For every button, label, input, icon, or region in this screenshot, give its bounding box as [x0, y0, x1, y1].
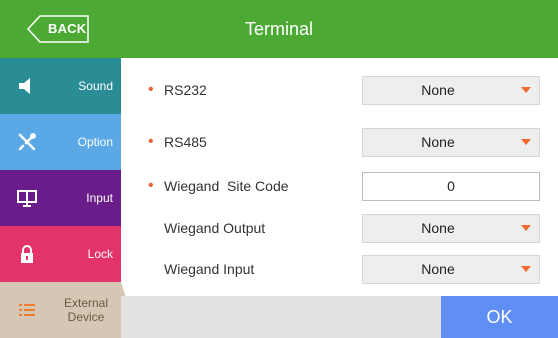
setting-label: RS485 [164, 134, 207, 150]
wiegand-input-dropdown[interactable]: None [362, 255, 540, 284]
sidebar-item-label: Lock [87, 247, 113, 261]
lock-icon [21, 245, 33, 263]
setting-label: RS232 [164, 82, 207, 98]
setting-row-wiegand-output: • Wiegand Output [148, 216, 265, 240]
title-bar: BACK Terminal [0, 0, 558, 58]
speaker-icon [19, 78, 30, 94]
sidebar-item-option[interactable]: Option [0, 114, 121, 170]
sidebar-item-label: Option [77, 135, 113, 149]
dropdown-value: None [421, 220, 455, 236]
setting-label: Wiegand Site Code [164, 178, 289, 194]
setting-label: Wiegand Output [164, 220, 266, 236]
list-icon [19, 304, 35, 316]
rs485-dropdown[interactable]: None [362, 128, 540, 157]
sidebar-item-sound[interactable]: Sound [0, 58, 121, 114]
dropdown-value: None [421, 82, 455, 98]
input-value: 0 [447, 178, 455, 194]
setting-row-wiegand-input: • Wiegand Input [148, 257, 254, 281]
dropdown-arrow-icon [521, 225, 531, 231]
sidebar-item-label: External Device [63, 296, 109, 324]
sidebar-item-input[interactable]: Input [0, 170, 121, 226]
required-bullet: • [148, 133, 154, 150]
sidebar: Sound Option Input Lock External Device [0, 58, 130, 338]
tools-icon [18, 132, 37, 151]
required-bullet: • [148, 81, 154, 98]
setting-row-rs232: • RS232 [148, 78, 207, 102]
dropdown-arrow-icon [521, 266, 531, 272]
sidebar-item-lock[interactable]: Lock [0, 226, 121, 282]
dropdown-arrow-icon [521, 87, 531, 93]
dropdown-value: None [421, 134, 455, 150]
ok-button[interactable]: OK [441, 296, 558, 338]
dropdown-value: None [421, 261, 455, 277]
dropdown-arrow-icon [521, 139, 531, 145]
page-title: Terminal [244, 19, 314, 39]
wiegand-output-dropdown[interactable]: None [362, 214, 540, 243]
sidebar-item-label: Sound [78, 79, 113, 93]
monitor-icon [17, 190, 37, 207]
sidebar-item-label: Input [86, 191, 113, 205]
setting-row-wiegand-site-code: • Wiegand Site Code [148, 174, 289, 198]
rs232-dropdown[interactable]: None [362, 76, 540, 105]
wiegand-site-code-input[interactable]: 0 [362, 172, 540, 201]
required-bullet: • [148, 177, 154, 194]
sidebar-item-external-device[interactable]: External Device [0, 282, 130, 338]
setting-label: Wiegand Input [164, 261, 255, 277]
setting-row-rs485: • RS485 [148, 130, 207, 154]
